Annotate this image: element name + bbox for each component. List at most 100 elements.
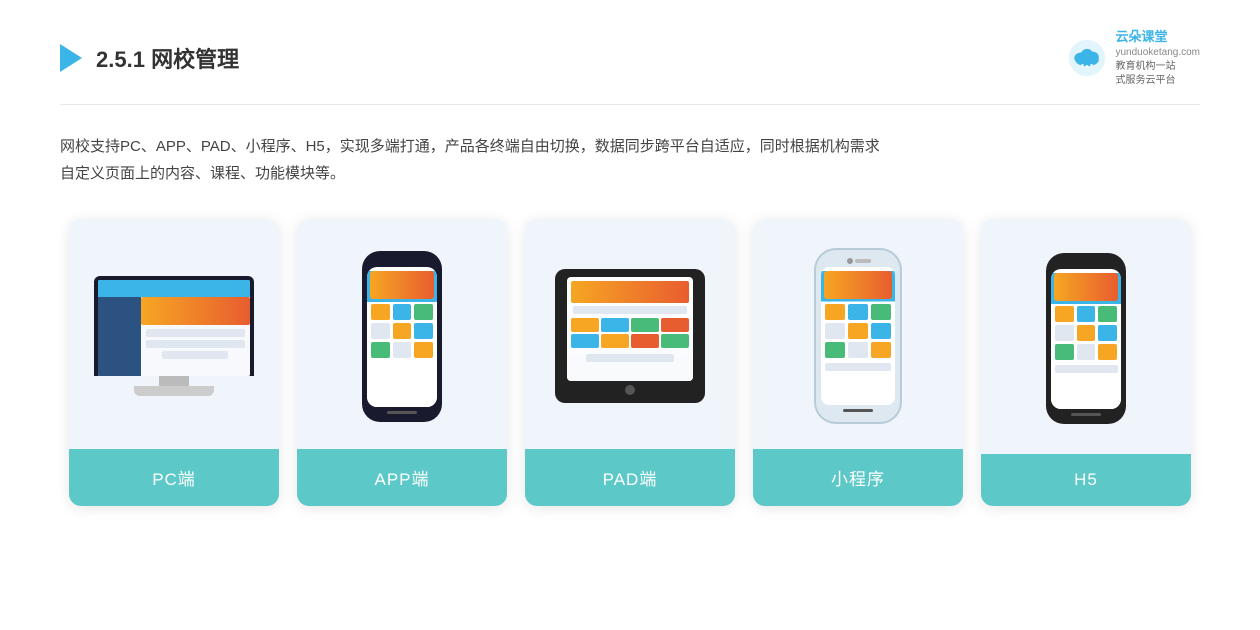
pc-screen-outer <box>94 276 254 376</box>
h5-grid-4 <box>1055 325 1074 341</box>
h5-grid-1 <box>1055 306 1074 322</box>
brand-cloud-icon <box>1067 38 1107 78</box>
h5-grid-7 <box>1055 344 1074 360</box>
brand-text: 云朵课堂 yunduoketang.com 教育机构一站 式服务云平台 <box>1115 28 1200 88</box>
mini-phone-outer <box>816 250 900 422</box>
mini-grid-5 <box>848 323 868 339</box>
pc-row-2 <box>146 340 244 348</box>
mini-phone-screen <box>821 267 895 405</box>
h5-card-label: H5 <box>981 454 1191 506</box>
pad-card: PAD端 <box>525 219 735 506</box>
h5-grid-2 <box>1077 306 1096 322</box>
h5-screen-content <box>1051 273 1121 409</box>
speaker-bar <box>855 259 871 263</box>
app-phone-outer <box>362 251 442 422</box>
h5-phone-notch <box>1074 261 1098 266</box>
app-screen-content <box>367 271 437 407</box>
page-wrapper: 2.5.1 网校管理 云朵课堂 yunduoketang.com 教育机构一站 <box>0 0 1260 630</box>
app-card-image <box>297 219 507 449</box>
mini-top-bar <box>821 258 895 264</box>
pad-row-1 <box>573 306 686 314</box>
app-phone-screen <box>367 267 437 407</box>
pc-row-1 <box>146 329 244 337</box>
pc-stand <box>134 386 214 396</box>
grid-item-2 <box>393 304 412 320</box>
pad-grid-3 <box>631 318 659 332</box>
description-text: 网校支持PC、APP、PAD、小程序、H5，实现多端打通，产品各终端自由切换，数… <box>60 133 880 187</box>
miniprogram-card: 小程序 <box>753 219 963 506</box>
app-phone-mockup <box>362 251 442 422</box>
grid-item-5 <box>393 323 412 339</box>
grid-item-6 <box>414 323 433 339</box>
pc-banner <box>141 297 250 325</box>
pc-screen-inner <box>98 280 250 376</box>
h5-grid-3 <box>1098 306 1117 322</box>
pad-grid-5 <box>571 334 599 348</box>
h5-row <box>1055 365 1118 373</box>
pad-grid-6 <box>601 334 629 348</box>
mini-grid-9 <box>871 342 891 358</box>
pad-grid-8 <box>661 334 689 348</box>
header-left: 2.5.1 网校管理 <box>60 42 239 74</box>
h5-phone-mockup <box>1046 253 1126 424</box>
grid-item-1 <box>371 304 390 320</box>
grid-item-9 <box>414 342 433 358</box>
app-card: APP端 <box>297 219 507 506</box>
pad-grid-1 <box>571 318 599 332</box>
h5-grid-9 <box>1098 344 1117 360</box>
app-banner <box>370 271 434 299</box>
pad-screen <box>567 277 693 381</box>
h5-grid-5 <box>1077 325 1096 341</box>
mini-grid-3 <box>871 304 891 320</box>
pad-card-image <box>525 219 735 449</box>
grid-item-7 <box>371 342 390 358</box>
h5-grid <box>1051 304 1121 362</box>
pc-card-image <box>69 219 279 449</box>
mini-grid-2 <box>848 304 868 320</box>
h5-banner <box>1054 273 1118 301</box>
brand-logo: 云朵课堂 yunduoketang.com 教育机构一站 式服务云平台 <box>1067 28 1200 88</box>
h5-grid-6 <box>1098 325 1117 341</box>
mini-card-image <box>753 219 963 449</box>
h5-grid-8 <box>1077 344 1096 360</box>
pad-mockup <box>555 269 705 403</box>
mini-banner <box>824 271 892 299</box>
pad-grid-7 <box>631 334 659 348</box>
mini-grid-4 <box>825 323 845 339</box>
grid-item-4 <box>371 323 390 339</box>
app-phone-notch <box>390 259 414 264</box>
pc-row-3 <box>162 351 228 359</box>
app-card-label: APP端 <box>297 449 507 506</box>
h5-phone-outer <box>1046 253 1126 424</box>
camera-dot <box>847 258 853 264</box>
mini-home-bar <box>843 409 873 412</box>
pc-main <box>141 297 250 376</box>
mini-grid-6 <box>871 323 891 339</box>
pad-grid <box>567 316 693 350</box>
pad-home-dot <box>625 385 635 395</box>
pc-card-label: PC端 <box>69 449 279 506</box>
app-home-bar <box>387 411 417 414</box>
app-grid <box>367 302 437 360</box>
pad-outer <box>555 269 705 403</box>
pad-grid-4 <box>661 318 689 332</box>
grid-item-8 <box>393 342 412 358</box>
cards-container: PC端 <box>60 219 1200 506</box>
h5-phone-screen <box>1051 269 1121 409</box>
pad-row-2 <box>586 354 674 362</box>
header: 2.5.1 网校管理 云朵课堂 yunduoketang.com 教育机构一站 <box>60 28 1200 105</box>
h5-home-bar <box>1071 413 1101 416</box>
page-title: 2.5.1 网校管理 <box>96 42 239 74</box>
mini-phone-mockup <box>816 250 900 422</box>
mini-grid-7 <box>825 342 845 358</box>
mini-grid-8 <box>848 342 868 358</box>
h5-card: H5 <box>981 219 1191 506</box>
h5-card-image <box>981 219 1191 454</box>
pc-mockup <box>94 276 254 396</box>
pad-grid-2 <box>601 318 629 332</box>
pc-sidebar <box>98 297 141 376</box>
mini-screen-content <box>821 271 895 405</box>
pc-neck <box>159 376 189 386</box>
pad-banner <box>571 281 689 303</box>
pc-screen-content <box>98 280 250 376</box>
